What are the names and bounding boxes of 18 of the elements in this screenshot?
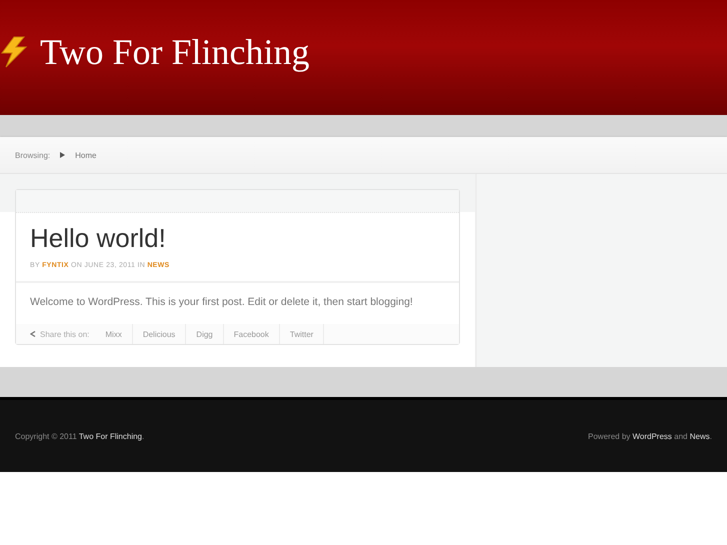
copyright-text: Copyright © 2011 Two For Flinching. <box>15 432 144 440</box>
breadcrumb-label: Browsing: <box>15 150 50 160</box>
chevron-icon <box>60 152 66 158</box>
lightning-icon <box>0 34 30 68</box>
site-link[interactable]: Two For Flinching <box>78 432 142 440</box>
share-link[interactable]: Twitter <box>280 324 324 344</box>
wordpress-link[interactable]: WordPress <box>632 432 672 440</box>
post-title: Hello world! <box>30 223 167 254</box>
share-icon <box>30 331 36 337</box>
share-link[interactable]: Mixx <box>95 324 133 344</box>
share-link[interactable]: Facebook <box>224 324 280 344</box>
share-label: Share this on: <box>40 330 90 338</box>
share-link[interactable]: Delicious <box>132 324 186 344</box>
site-title[interactable]: Two For Flinching <box>40 30 310 72</box>
share-link[interactable]: Digg <box>186 324 224 344</box>
theme-link[interactable]: News <box>690 432 710 440</box>
breadcrumb-link[interactable]: Home <box>75 150 96 160</box>
powered-by-text: Powered by WordPress and News. <box>588 432 712 440</box>
